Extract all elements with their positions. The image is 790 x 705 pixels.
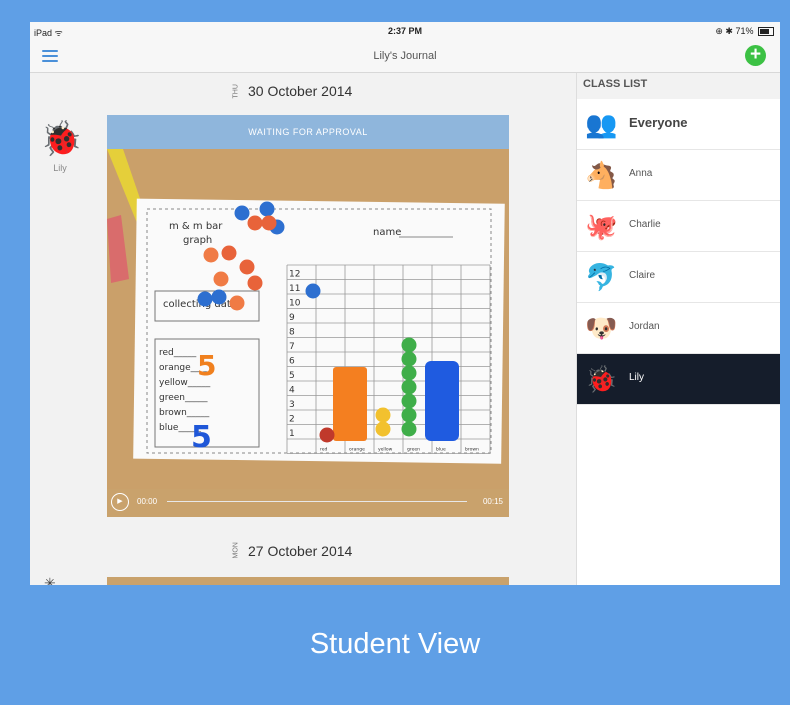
- journal-post[interactable]: WAITING FOR APPROVAL m & m bar graph nam…: [107, 115, 509, 517]
- status-indicators: ⊕ ✱ 71%: [715, 26, 754, 36]
- class-list-item-everyone[interactable]: 👥 Everyone: [577, 99, 780, 150]
- add-button[interactable]: +: [745, 45, 766, 66]
- post-photo: m & m bar graph name collecting data red…: [107, 149, 509, 489]
- ipad-screen: iPad ᯤ 2:37 PM ⊕ ✱ 71% Lily's Journal + …: [30, 22, 780, 585]
- page-title: Lily's Journal: [373, 50, 437, 62]
- entry-date-2: MON 27 October 2014: [230, 541, 353, 559]
- status-bar: iPad ᯤ 2:37 PM ⊕ ✱ 71%: [30, 22, 780, 40]
- y-tick: 6: [289, 357, 295, 367]
- entry-date-text-2: 27 October 2014: [248, 543, 353, 559]
- x-label: yellow: [378, 447, 393, 453]
- dog-icon: 🐶: [585, 313, 618, 343]
- ladybug-icon: 🐞: [585, 364, 618, 394]
- journal-post-2[interactable]: [107, 577, 509, 585]
- color-label: green_____: [159, 393, 208, 403]
- worksheet-name-label: name: [373, 227, 401, 238]
- x-label: green: [407, 447, 420, 453]
- y-tick: 8: [289, 328, 295, 338]
- student-name: Lily: [53, 163, 67, 173]
- dolphin-icon: 🐬: [585, 262, 618, 292]
- class-list-label: Jordan: [629, 321, 660, 332]
- y-tick: 7: [289, 342, 295, 352]
- blue-tally: 5: [191, 420, 212, 455]
- x-label: orange: [349, 447, 365, 453]
- y-tick: 3: [289, 400, 295, 410]
- entry-date: THU 30 October 2014: [230, 83, 353, 99]
- y-tick: 11: [289, 284, 300, 294]
- y-tick: 5: [289, 371, 295, 381]
- y-tick: 1: [289, 429, 295, 439]
- group-icon: 👥: [585, 109, 618, 139]
- student-avatar[interactable]: 🐞 Lily: [40, 119, 83, 173]
- class-list-item-charlie[interactable]: 🐙 Charlie: [577, 201, 780, 252]
- status-time: 2:37 PM: [387, 26, 422, 36]
- class-list-item-lily[interactable]: 🐞 Lily: [577, 354, 780, 405]
- caption: Student View: [309, 628, 481, 660]
- ladybug-icon: 🐞: [40, 120, 83, 158]
- class-list: CLASS LIST 👥 Everyone 🐴 Anna 🐙 Charlie 🐬 Claire…: [576, 73, 780, 585]
- play-icon[interactable]: ▶: [111, 493, 129, 511]
- video-scrubber[interactable]: [167, 501, 467, 502]
- entry-dow: THU: [232, 83, 240, 99]
- class-list-label: Claire: [629, 270, 656, 281]
- class-list-item-anna[interactable]: 🐴 Anna: [577, 150, 780, 201]
- class-list-label: Everyone: [629, 115, 688, 130]
- y-tick: 12: [289, 270, 300, 280]
- y-tick: 10: [289, 299, 301, 309]
- class-list-label: Charlie: [629, 219, 661, 230]
- battery-icon: [758, 27, 774, 37]
- current-time: 00:00: [137, 497, 158, 506]
- horse-icon: 🐴: [585, 160, 618, 190]
- class-list-item-claire[interactable]: 🐬 Claire: [577, 252, 780, 303]
- class-list-label: Lily: [629, 372, 645, 383]
- total-time: 00:15: [482, 497, 503, 506]
- x-label: blue: [436, 447, 446, 453]
- worksheet-title: m & m bar: [169, 221, 223, 232]
- approval-banner: WAITING FOR APPROVAL: [107, 115, 509, 149]
- y-tick: 4: [289, 386, 295, 396]
- status-right: ⊕ ✱ 71%: [715, 26, 774, 37]
- entry-dow-2: MON: [232, 541, 240, 559]
- y-tick: 2: [289, 415, 295, 425]
- class-list-item-jordan[interactable]: 🐶 Jordan: [577, 303, 780, 354]
- octopus-icon: 🐙: [585, 211, 618, 241]
- entry-date-text: 30 October 2014: [248, 83, 353, 99]
- class-list-header: CLASS LIST: [577, 73, 780, 99]
- bug-icon: ✳: [44, 575, 56, 585]
- video-controls: ▶ 00:00 00:15: [107, 487, 509, 517]
- color-label: red_____: [159, 348, 197, 358]
- orange-tally: 5: [197, 349, 216, 382]
- nav-bar: Lily's Journal +: [30, 40, 780, 73]
- journal-feed[interactable]: THU 30 October 2014 🐞 Lily WAITING FOR AP…: [30, 73, 576, 585]
- x-label: brown: [465, 447, 479, 453]
- y-tick: 9: [289, 313, 295, 323]
- x-label: red: [320, 447, 328, 453]
- worksheet-subtitle: graph: [183, 235, 212, 246]
- class-list-label: Anna: [629, 168, 653, 179]
- color-label: brown_____: [159, 408, 210, 418]
